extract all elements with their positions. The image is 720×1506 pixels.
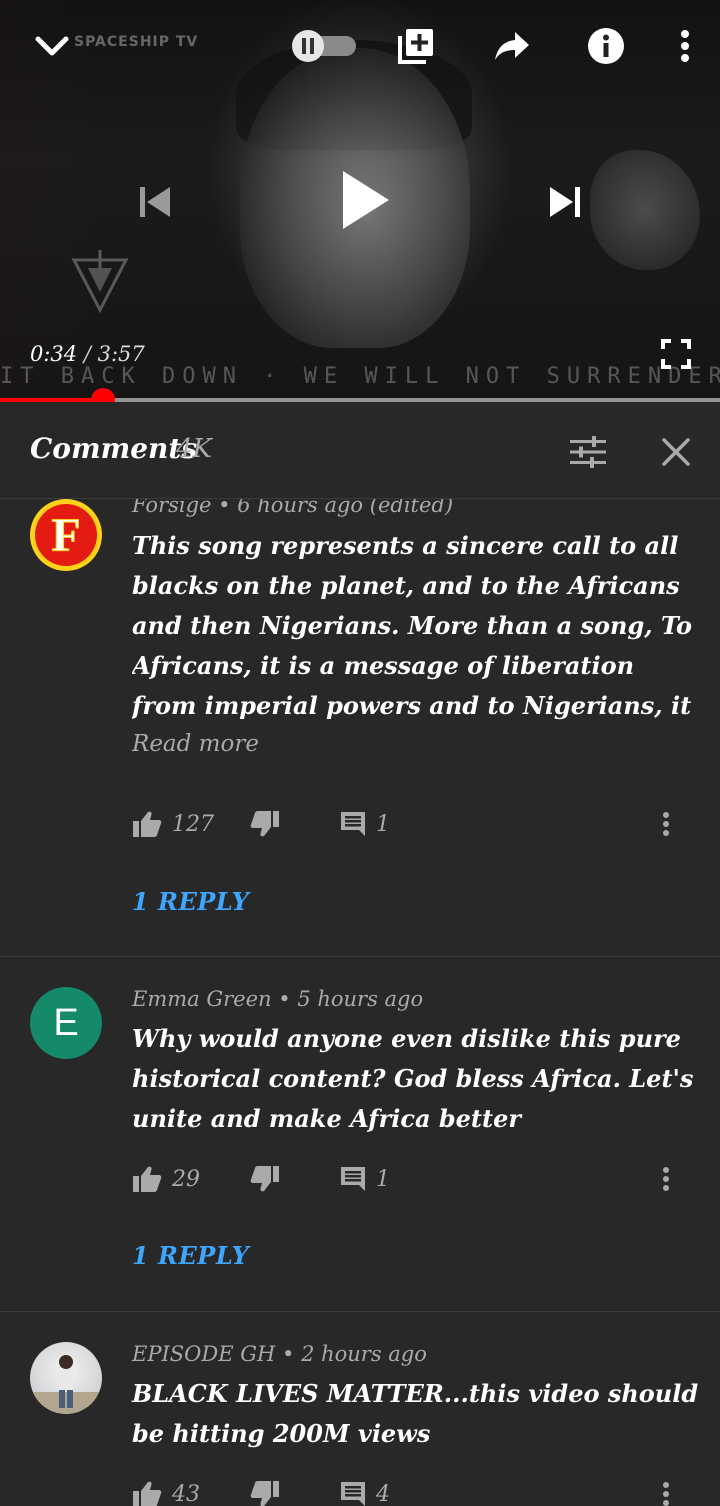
thumbs-up-icon	[133, 1166, 162, 1192]
like-button[interactable]: 43	[132, 1476, 200, 1506]
dislike-button[interactable]	[250, 806, 280, 842]
meta-dot: •	[281, 1342, 295, 1366]
comment-item: F Forsige • 6 hours ago (edited) This so…	[0, 499, 720, 956]
channel-watermark: SPACESHIP TV	[74, 34, 199, 50]
comment-icon	[341, 1167, 365, 1191]
like-button[interactable]: 29	[132, 1161, 200, 1197]
comment-meta: Forsige • 6 hours ago (edited)	[132, 499, 453, 517]
comment-author[interactable]: EPISODE GH	[132, 1342, 275, 1366]
close-comments-button[interactable]	[656, 432, 696, 472]
more-button[interactable]	[668, 26, 702, 66]
comment-time: 2 hours ago	[301, 1342, 427, 1366]
autoplay-pause-icon	[292, 30, 356, 62]
like-count: 43	[172, 1481, 200, 1506]
reply-button[interactable]: 1	[340, 1161, 390, 1197]
share-button[interactable]	[490, 26, 534, 66]
info-button[interactable]	[584, 24, 628, 68]
next-button[interactable]	[542, 178, 590, 226]
more-vertical-icon	[663, 1167, 669, 1191]
more-vertical-icon	[663, 812, 669, 836]
next-icon	[550, 187, 580, 217]
like-count: 29	[172, 1166, 200, 1192]
comment-actions: 29 1	[132, 1161, 702, 1197]
reply-count: 1	[376, 811, 390, 837]
sort-comments-button[interactable]	[566, 430, 610, 474]
reply-button[interactable]: 4	[340, 1476, 390, 1506]
dislike-button[interactable]	[250, 1476, 280, 1506]
avatar-letter: E	[53, 1001, 79, 1044]
current-time: 0:34	[30, 342, 78, 366]
close-icon	[662, 438, 690, 466]
comments-count: 4K	[176, 434, 212, 464]
collapse-button[interactable]	[30, 26, 74, 66]
comment-text: This song represents a sincere call to a…	[132, 531, 693, 720]
autoplay-toggle[interactable]	[290, 30, 358, 62]
thumbs-down-icon	[250, 1481, 279, 1506]
play-icon	[343, 171, 389, 229]
avatar-fill: F	[35, 504, 97, 566]
play-button[interactable]	[330, 162, 400, 238]
comment-item: E Emma Green • 5 hours ago Why would any…	[0, 957, 720, 1311]
info-icon	[588, 28, 624, 64]
comment-actions: 43 4	[132, 1476, 702, 1506]
comment-meta: EPISODE GH • 2 hours ago	[132, 1342, 427, 1366]
like-count: 127	[172, 811, 214, 837]
thumbs-down-icon	[250, 1166, 279, 1192]
comment-actions: 127 1	[132, 806, 702, 842]
view-replies-link[interactable]: 1 REPLY	[132, 1241, 249, 1270]
comment-menu-button[interactable]	[648, 806, 684, 842]
comment-item: EPISODE GH • 2 hours ago BLACK LIVES MAT…	[0, 1312, 720, 1506]
like-button[interactable]: 127	[132, 806, 214, 842]
previous-button[interactable]	[130, 178, 178, 226]
comment-author[interactable]: Emma Green	[132, 987, 272, 1011]
reply-count: 1	[376, 1166, 390, 1192]
meta-dot: •	[218, 499, 231, 517]
fullscreen-icon	[661, 339, 691, 369]
add-to-playlist-button[interactable]	[394, 24, 438, 68]
comment-meta: Emma Green • 5 hours ago	[132, 987, 423, 1011]
comments-list[interactable]: F Forsige • 6 hours ago (edited) This so…	[0, 499, 720, 1506]
avatar-photo-person	[30, 1355, 102, 1414]
comment-text: Why would anyone even dislike this pure …	[132, 1024, 694, 1133]
avatar-letter: F	[51, 508, 81, 562]
add-to-playlist-icon	[398, 29, 433, 64]
more-vertical-icon	[681, 30, 689, 62]
comment-menu-button[interactable]	[648, 1161, 684, 1197]
comments-header: Comments 4K	[0, 402, 720, 499]
avatar[interactable]	[30, 1342, 102, 1414]
playback-time: 0:34 / 3:57	[30, 342, 145, 366]
comment-time: 5 hours ago	[297, 987, 424, 1011]
thumbs-down-icon	[250, 811, 279, 837]
view-replies-link[interactable]: 1 REPLY	[132, 887, 249, 916]
comment-icon	[341, 812, 365, 836]
duration: 3:57	[97, 342, 145, 366]
sort-filter-icon	[570, 436, 606, 468]
thumbs-up-icon	[133, 811, 162, 837]
channel-logo-icon	[71, 250, 129, 314]
comment-author[interactable]: Forsige	[132, 499, 211, 517]
previous-icon	[140, 187, 170, 217]
comment-text: BLACK LIVES MATTER...this video should b…	[132, 1379, 699, 1448]
share-icon	[495, 32, 529, 60]
video-banner-text: IT BACK DOWN · WE WILL NOT SURRENDER. WE…	[0, 364, 720, 389]
time-separator: /	[83, 342, 91, 366]
thumbs-up-icon	[133, 1481, 162, 1506]
comments-title: Comments	[30, 432, 198, 465]
comment-icon	[341, 1482, 365, 1506]
reply-count: 4	[376, 1481, 390, 1506]
video-player[interactable]: SPACESHIP TV IT BACK DOWN · WE WILL NOT …	[0, 0, 720, 402]
comment-edited: (edited)	[369, 499, 454, 517]
meta-dot: •	[278, 987, 291, 1011]
dislike-button[interactable]	[250, 1161, 280, 1197]
avatar[interactable]: F	[30, 499, 102, 571]
chevron-down-icon	[35, 36, 69, 56]
fullscreen-button[interactable]	[656, 334, 696, 374]
more-vertical-icon	[663, 1482, 669, 1506]
comment-menu-button[interactable]	[648, 1476, 684, 1506]
read-more-link[interactable]: Read more	[132, 731, 259, 757]
comment-time: 6 hours ago	[237, 499, 364, 517]
avatar[interactable]: E	[30, 987, 102, 1059]
reply-button[interactable]: 1	[340, 806, 390, 842]
